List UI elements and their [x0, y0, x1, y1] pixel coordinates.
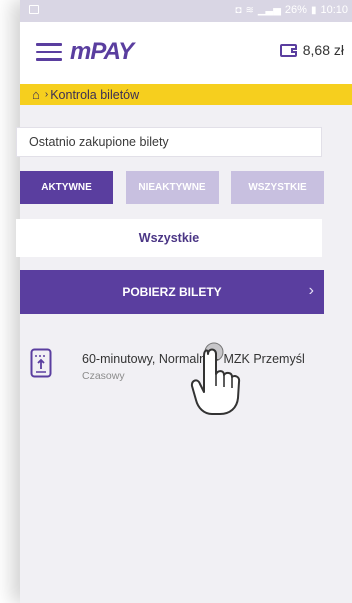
status-indicators: ◘ ≋ ▁▃▅ 26% ▮ 10:10 [235, 4, 348, 16]
breadcrumb-separator: › [44, 89, 49, 100]
menu-icon[interactable] [36, 43, 62, 61]
tab-inactive[interactable]: NIEAKTYWNE [125, 171, 219, 204]
wallet-balance[interactable]: 8,68 zł [279, 42, 344, 58]
download-tickets-label: POBIERZ BILETY [122, 285, 222, 299]
signal-icon: ▁▃▅ [257, 4, 281, 16]
mpay-logo: mPAY [70, 38, 134, 65]
notification-icon [29, 5, 39, 14]
battery-level: 26% [284, 4, 307, 16]
download-tickets-button[interactable]: POBIERZ BILETY › [20, 270, 324, 314]
ticket-list-item[interactable]: 60-minutowy, Normalny - MZK Przemyśl Cza… [16, 340, 332, 400]
home-icon[interactable]: ⌂ [32, 87, 40, 102]
chevron-right-icon: › [308, 282, 314, 299]
recent-tickets-header: Ostatnio zakupione bilety [16, 127, 322, 157]
filter-label: Wszystkie [138, 231, 200, 245]
ticket-tabs: AKTYWNE NIEAKTYWNE WSZYSTKIE [20, 171, 324, 204]
clock: 10:10 [320, 4, 348, 16]
filter-selector[interactable]: Wszystkie [16, 219, 322, 257]
ticket-type: Czasowy [82, 370, 125, 382]
wallet-icon [279, 43, 297, 57]
balance-amount: 8,68 zł [302, 42, 344, 58]
app-bar: mPAY 8,68 zł [20, 22, 352, 84]
tab-all[interactable]: WSZYSTKIE [231, 171, 324, 204]
tap-gesture-icon [190, 342, 241, 415]
wifi-icon: ≋ [245, 4, 254, 16]
breadcrumb: ⌂ › Kontrola biletów [20, 84, 352, 105]
alarm-icon: ◘ [235, 4, 242, 16]
ticket-icon [30, 348, 52, 378]
status-bar: ◘ ≋ ▁▃▅ 26% ▮ 10:10 [20, 0, 352, 22]
breadcrumb-label: Kontrola biletów [50, 87, 140, 102]
recent-tickets-label: Ostatnio zakupione bilety [29, 135, 169, 149]
battery-icon: ▮ [310, 4, 317, 16]
tab-active[interactable]: AKTYWNE [20, 171, 113, 204]
